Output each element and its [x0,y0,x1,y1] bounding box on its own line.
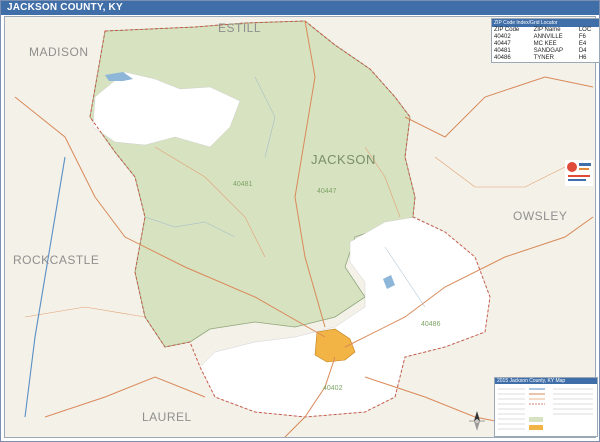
zip-index-box: ZIP Code Index/Grid Locator ZIP Code ZIP… [491,18,600,63]
zip-label-40402: 40402 [323,385,343,392]
zip-index-table: ZIP Code ZIP Name LOC 40402 ANNVILLE F6 … [492,27,599,62]
zip-name-cell: MC KEE [533,41,557,47]
table-row: 40447 MC KEE E4 [492,41,599,48]
zip-loc-cell: D4 [578,48,587,54]
title-bar: JACKSON COUNTY, KY [1,1,599,15]
zip-code-cell: 40486 [494,55,511,61]
zip-index-col-code: ZIP Code [494,27,520,33]
zip-name-cell: TYNER [533,55,554,61]
north-arrow-icon [469,411,485,431]
zip-code-cell: 40402 [494,34,511,40]
zip-index-title: ZIP Code Index/Grid Locator [492,19,599,27]
county-label-owsley: OWSLEY [513,209,568,223]
zip-label-40486: 40486 [421,321,441,328]
zip-label-40481: 40481 [233,181,253,188]
zip-loc-cell: F6 [578,34,586,40]
zip-index-col-name: ZIP Name [533,27,561,33]
county-label-madison: MADISON [29,45,89,59]
map-legend: 2015 Jackson County, KY Map [494,377,598,437]
legend-symbols [498,388,593,430]
zip-name-cell: SANDGAP [533,48,563,54]
zip-code-cell: 40481 [494,48,511,54]
zip-index-header-row: ZIP Code ZIP Name LOC [492,27,599,34]
page-title: JACKSON COUNTY, KY [7,2,123,13]
table-row: 40486 TYNER H6 [492,55,599,62]
county-label-estill: ESTILL [218,21,262,35]
county-label-jackson: JACKSON [311,152,376,167]
zip-name-cell: ANNVILLE [533,34,563,40]
zip-index-col-loc: LOC [578,27,592,33]
map-svg [5,17,595,437]
publisher-logo-icon [565,160,593,186]
zip-code-cell: 40447 [494,41,511,47]
zip-loc-cell: H6 [578,55,587,61]
zip-label-40447: 40447 [317,188,337,195]
county-map[interactable]: ESTILL MADISON JACKSON OWSLEY ROCKCASTLE… [4,16,596,438]
table-row: 40481 SANDGAP D4 [492,48,599,55]
county-label-rockcastle: ROCKCASTLE [13,253,100,267]
table-row: 40402 ANNVILLE F6 [492,34,599,41]
county-label-laurel: LAUREL [142,410,192,424]
zip-loc-cell: E4 [578,41,587,47]
